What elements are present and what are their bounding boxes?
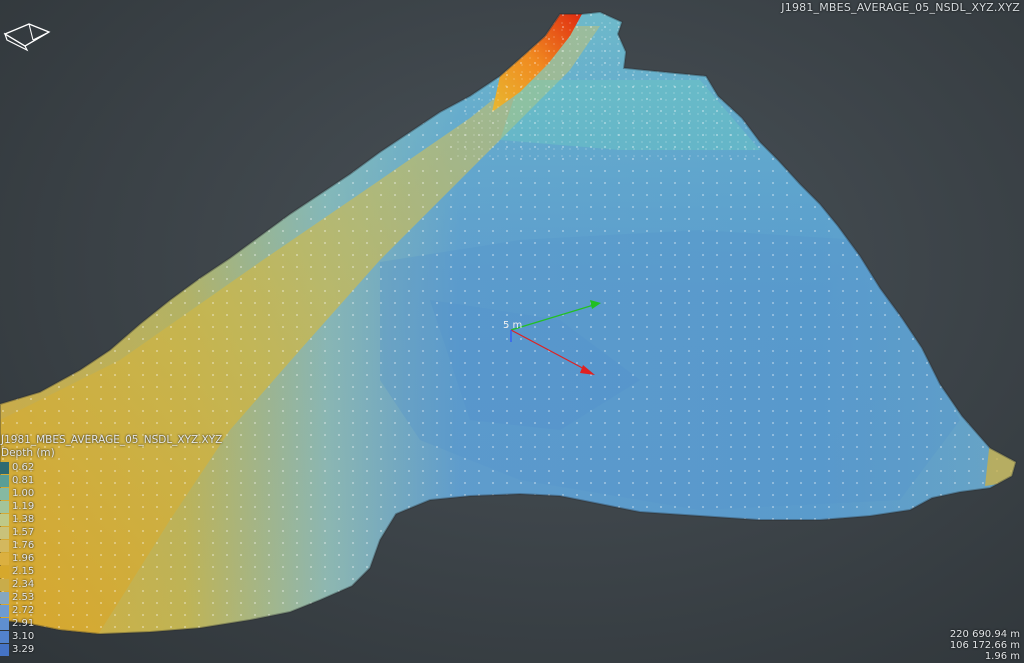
legend-value: 1.96 [12,553,35,564]
legend-entry: 2.15 [0,565,260,578]
legend-swatch [0,461,9,474]
legend-swatch [0,539,9,552]
legend-swatch [0,617,9,630]
legend-subtitle: Depth (m) [1,447,55,459]
legend-entry: 1.57 [0,526,260,539]
legend-value: 1.57 [12,527,35,538]
legend-entry: 3.10 [0,630,260,643]
cursor-coordinates: 220 690.94 m 106 172.66 m 1.96 m [950,629,1020,662]
depth-legend: J1981_MBES_AVERAGE_05_NSDL_XYZ.XYZ Depth… [0,434,260,656]
legend-entry: 0.62 [0,461,260,474]
coord-z: 1.96 m [984,651,1020,662]
legend-value: 2.34 [12,579,35,590]
legend-swatch [0,513,9,526]
legend-title: J1981_MBES_AVERAGE_05_NSDL_XYZ.XYZ [1,434,223,446]
legend-value: 3.29 [12,644,35,655]
dataset-title: J1981_MBES_AVERAGE_05_NSDL_XYZ.XYZ [781,1,1020,14]
legend-swatch [0,500,9,513]
navigation-cube-icon[interactable] [3,20,51,52]
legend-swatch [0,552,9,565]
legend-entry: 1.96 [0,552,260,565]
legend-entry: 3.29 [0,643,260,656]
coord-y: 106 172.66 m [949,640,1020,651]
legend-entry: 2.72 [0,604,260,617]
legend-swatch [0,591,9,604]
axis-scale-label: 5 m [503,320,522,331]
legend-entry: 1.76 [0,539,260,552]
legend-swatch [0,565,9,578]
legend-swatch [0,604,9,617]
legend-swatch [0,487,9,500]
legend-entry: 1.38 [0,513,260,526]
legend-value: 0.81 [12,475,35,486]
legend-entry: 2.34 [0,578,260,591]
legend-entry: 1.00 [0,487,260,500]
legend-swatch [0,643,9,656]
legend-value: 2.72 [12,605,35,616]
legend-value: 2.91 [12,618,35,629]
legend-entry: 2.53 [0,591,260,604]
legend-value: 1.00 [12,488,35,499]
legend-value: 2.53 [12,592,35,603]
legend-value: 1.38 [12,514,35,525]
legend-value: 1.19 [12,501,35,512]
legend-value: 3.10 [12,631,35,642]
legend-entries: 0.62 0.81 1.00 1.19 1.38 1.57 1.76 1.96 2.15 2.34… [0,461,260,656]
legend-entry: 1.19 [0,500,260,513]
legend-swatch [0,474,9,487]
legend-entry: 0.81 [0,474,260,487]
legend-swatch [0,526,9,539]
coord-x: 220 690.94 m [949,629,1020,640]
legend-entry: 2.91 [0,617,260,630]
legend-swatch [0,578,9,591]
legend-value: 1.76 [12,540,35,551]
legend-value: 0.62 [12,462,35,473]
legend-swatch [0,630,9,643]
legend-value: 2.15 [12,566,35,577]
